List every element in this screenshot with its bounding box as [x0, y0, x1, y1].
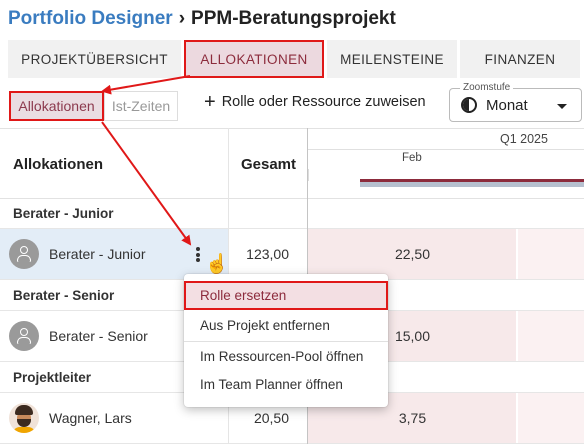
page-title: PPM-Beratungsprojekt: [191, 8, 396, 29]
role-avatar-icon: [9, 239, 39, 269]
timeline-divider: [308, 149, 584, 150]
total-value: 20,50: [253, 410, 289, 426]
allocations-toggle-button[interactable]: Allokationen: [9, 91, 104, 121]
breadcrumb-portfolio-link[interactable]: Portfolio Designer: [8, 8, 173, 30]
more-vert-icon[interactable]: [196, 247, 202, 263]
zoom-level-select[interactable]: Zoomstufe Monat: [449, 82, 582, 122]
menu-item-replace-role[interactable]: Rolle ersetzen: [184, 281, 388, 310]
total-value: 123,00: [246, 246, 289, 262]
allocation-cell[interactable]: [518, 393, 584, 443]
tab-bar: PROJEKTÜBERSICHT ALLOKATIONEN MEILENSTEI…: [8, 40, 583, 78]
timeline-quarter-label: Q1 2025: [500, 132, 548, 146]
grid-header: Allokationen Gesamt Q1 2025 Feb: [0, 128, 584, 199]
assign-role-label: Rolle oder Ressource zuweisen: [221, 94, 426, 110]
menu-item-open-resource-pool[interactable]: Im Ressourcen-Pool öffnen: [184, 341, 388, 370]
group-label: Berater - Senior: [13, 288, 115, 303]
hand-pointer-icon: ☝: [205, 254, 229, 275]
group-label: Projektleiter: [13, 370, 92, 385]
allocation-cell[interactable]: [518, 229, 584, 279]
month-tick: [308, 169, 309, 181]
tab-allokationen[interactable]: ALLOKATIONEN: [184, 40, 324, 78]
column-header-allocations: Allokationen: [13, 156, 104, 173]
zoom-level-value: Monat: [486, 97, 528, 114]
group-row: Berater - Junior: [0, 199, 584, 229]
role-avatar-icon: [9, 321, 39, 351]
context-menu: Rolle ersetzen Aus Projekt entfernen Im …: [184, 274, 388, 407]
user-avatar: [9, 403, 39, 433]
project-timeline-bar: [360, 179, 584, 187]
tab-finanzen[interactable]: FINANZEN: [460, 40, 580, 78]
menu-item-open-team-planner[interactable]: Im Team Planner öffnen: [184, 370, 388, 399]
breadcrumb: Portfolio Designer › PPM-Beratungsprojek…: [8, 6, 396, 32]
allocation-toolbar: Allokationen Ist-Zeiten + Rolle oder Res…: [8, 82, 584, 122]
plus-icon: +: [204, 91, 216, 113]
assign-role-button[interactable]: + Rolle oder Ressource zuweisen: [204, 91, 426, 113]
tab-projektuebersicht[interactable]: PROJEKTÜBERSICHT: [8, 40, 181, 78]
actuals-toggle-button[interactable]: Ist-Zeiten: [104, 91, 178, 121]
group-label: Berater - Junior: [13, 206, 114, 221]
resource-name: Wagner, Lars: [49, 410, 132, 426]
allocation-value: 22,50: [394, 246, 431, 262]
timeline-month-label: Feb: [402, 152, 422, 164]
breadcrumb-separator: ›: [178, 8, 186, 29]
resource-name: Berater - Senior: [49, 328, 148, 344]
table-row[interactable]: Berater - Junior 123,00 22,50: [0, 229, 584, 280]
tab-meilensteine[interactable]: MEILENSTEINE: [327, 40, 457, 78]
resource-name: Berater - Junior: [49, 246, 146, 262]
allocation-value: 3,75: [398, 410, 427, 426]
column-header-total: Gesamt: [240, 156, 296, 173]
menu-item-remove-from-project[interactable]: Aus Projekt entfernen: [184, 311, 388, 340]
allocation-cell[interactable]: [518, 311, 584, 361]
chevron-down-icon: [557, 104, 567, 109]
zoom-level-label: Zoomstufe: [460, 82, 514, 93]
half-circle-icon: [461, 97, 477, 113]
